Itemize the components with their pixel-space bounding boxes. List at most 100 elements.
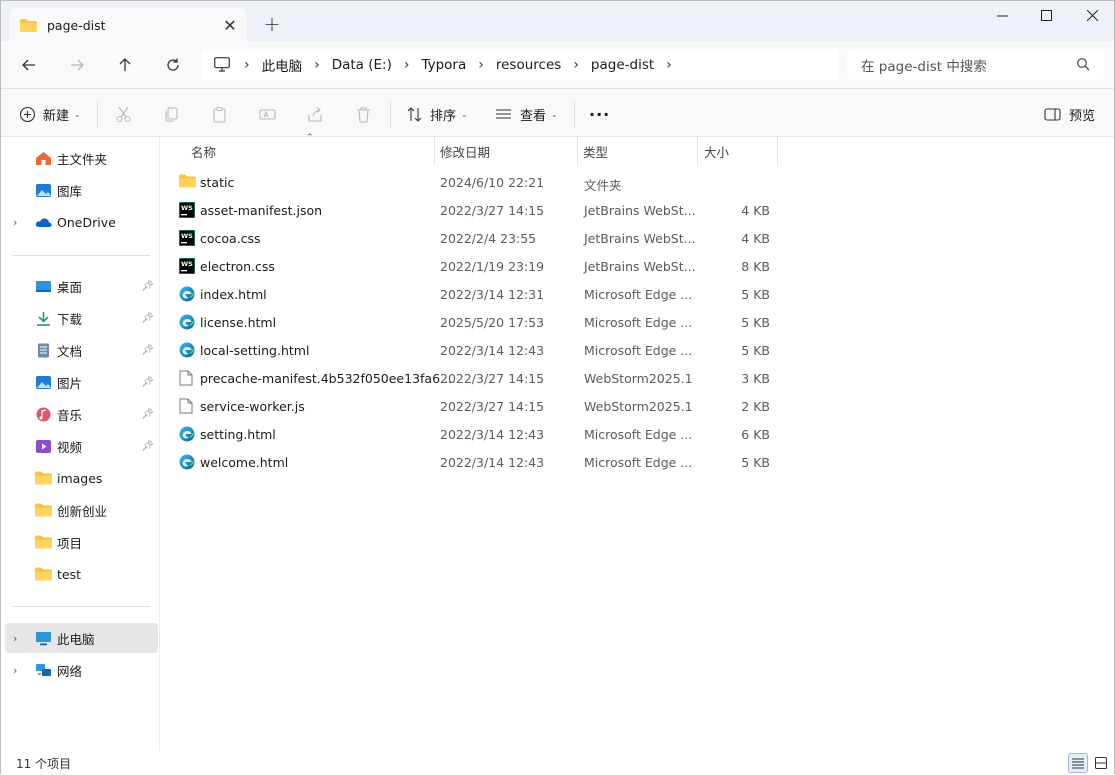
file-type: WebStorm2025.1 xyxy=(584,371,693,386)
sidebar-item-innovation[interactable]: 创新创业 xyxy=(5,495,158,525)
column-divider[interactable] xyxy=(777,137,778,165)
delete-button[interactable] xyxy=(355,99,372,129)
breadcrumb-typora[interactable]: Typora xyxy=(421,57,466,73)
sidebar-item-this-pc[interactable]: › 此电脑 xyxy=(5,623,158,653)
minimize-button[interactable] xyxy=(979,1,1025,33)
tiles-view-icon xyxy=(1095,757,1107,769)
file-date: 2022/3/14 12:31 xyxy=(440,287,545,302)
sort-label: 排序 xyxy=(430,108,457,124)
column-header-date[interactable]: 修改日期 xyxy=(440,137,490,165)
chevron-right-icon[interactable]: › xyxy=(13,664,17,677)
sidebar-item-projects[interactable]: 项目 xyxy=(5,527,158,557)
chevron-right-icon[interactable]: › xyxy=(314,57,320,73)
pin-icon[interactable]: 📌︎ xyxy=(141,313,154,324)
chevron-right-icon[interactable]: › xyxy=(666,57,672,73)
chevron-right-icon[interactable]: › xyxy=(13,216,17,229)
chevron-right-icon[interactable]: › xyxy=(478,57,484,73)
file-row[interactable]: service-worker.js 2022/3/27 14:15 WebStorm… xyxy=(171,392,781,420)
breadcrumb-this-pc[interactable]: 此电脑 xyxy=(262,55,303,75)
home-icon xyxy=(35,151,52,166)
file-name: asset-manifest.json xyxy=(200,203,323,218)
details-view-button[interactable] xyxy=(1068,753,1088,773)
pin-icon[interactable]: 📌︎ xyxy=(141,377,154,388)
file-row[interactable]: WS cocoa.css 2022/2/4 23:55 JetBrains WebSt… xyxy=(171,224,781,252)
column-divider[interactable] xyxy=(577,137,578,165)
back-button[interactable] xyxy=(11,49,47,81)
file-row[interactable]: WS asset-manifest.json 2022/3/27 14:15 JetB… xyxy=(171,196,781,224)
sidebar-item-videos[interactable]: 视频 📌︎ xyxy=(5,431,158,461)
file-row[interactable]: welcome.html 2022/3/14 12:43 Microsoft Edg… xyxy=(171,448,781,476)
search-input[interactable]: 在 page-dist 中搜索 xyxy=(847,49,1104,80)
cloud-icon xyxy=(35,215,52,230)
share-button[interactable] xyxy=(307,99,324,129)
sidebar-item-desktop[interactable]: 桌面 📌︎ xyxy=(5,271,158,301)
sidebar-item-onedrive[interactable]: › OneDrive xyxy=(5,207,158,237)
sidebar-item-gallery[interactable]: 图库 xyxy=(5,175,158,205)
file-row[interactable]: precache-manifest.4b532f050ee13fa6... 202… xyxy=(171,364,781,392)
sidebar-item-test[interactable]: test xyxy=(5,559,158,589)
file-row[interactable]: local-setting.html 2022/3/14 12:43 Microso… xyxy=(171,336,781,364)
blank-file-icon xyxy=(179,398,196,414)
file-name: local-setting.html xyxy=(200,343,310,358)
new-tab-button[interactable]: + xyxy=(259,11,285,37)
rename-button[interactable] xyxy=(259,99,276,129)
refresh-icon xyxy=(167,58,179,71)
copy-button[interactable] xyxy=(163,99,180,129)
file-name: electron.css xyxy=(200,259,275,274)
view-button[interactable]: 查看 ⌄ xyxy=(495,99,558,129)
sort-button[interactable]: 排序 ⌄ xyxy=(406,99,468,129)
tab-page-dist[interactable]: page-dist ✕ xyxy=(9,8,247,42)
paste-button[interactable] xyxy=(211,99,228,129)
column-divider[interactable] xyxy=(697,137,698,165)
column-header-size[interactable]: 大小 xyxy=(704,137,729,165)
preview-button[interactable]: 预览 xyxy=(1044,99,1095,129)
sidebar-item-pictures[interactable]: 图片 📌︎ xyxy=(5,367,158,397)
file-size: 3 KB xyxy=(741,371,770,386)
chevron-right-icon[interactable]: › xyxy=(573,57,579,73)
file-row[interactable]: license.html 2025/5/20 17:53 Microsoft Edg… xyxy=(171,308,781,336)
file-row[interactable]: WS electron.css 2022/1/19 23:19 JetBrains W… xyxy=(171,252,781,280)
webstorm-file-icon: WS xyxy=(178,229,196,247)
breadcrumb-resources[interactable]: resources xyxy=(496,57,561,73)
breadcrumb-drive[interactable]: Data (E:) xyxy=(332,57,392,73)
view-label: 查看 xyxy=(520,108,547,124)
chevron-right-icon[interactable]: › xyxy=(244,57,250,73)
breadcrumb-page-dist[interactable]: page-dist xyxy=(591,57,654,73)
folder-icon xyxy=(35,535,52,550)
maximize-button[interactable] xyxy=(1023,1,1069,33)
computer-icon xyxy=(214,57,230,72)
search-icon xyxy=(1077,58,1090,71)
forward-button[interactable] xyxy=(59,49,95,81)
chevron-right-icon[interactable]: › xyxy=(13,632,17,645)
sidebar-item-home[interactable]: 主文件夹 xyxy=(5,143,158,173)
pin-icon[interactable]: 📌︎ xyxy=(141,409,154,420)
sidebar-item-downloads[interactable]: 下载 📌︎ xyxy=(5,303,158,333)
close-window-button[interactable] xyxy=(1069,1,1115,33)
cut-button[interactable] xyxy=(115,99,132,129)
preview-pane-icon xyxy=(1044,107,1061,121)
column-divider[interactable] xyxy=(434,137,435,165)
more-options-button[interactable]: ··· xyxy=(589,99,610,129)
file-row[interactable]: static 2024/6/10 22:21 文件夹 xyxy=(171,168,781,196)
up-button[interactable] xyxy=(107,49,143,81)
plus-circle-icon xyxy=(19,106,36,122)
column-header-type[interactable]: 类型 xyxy=(583,137,608,165)
video-icon xyxy=(35,439,52,454)
sidebar-item-images[interactable]: images xyxy=(5,463,158,493)
pin-icon[interactable]: 📌︎ xyxy=(141,281,154,292)
new-button[interactable]: 新建 ⌄ xyxy=(19,99,81,129)
refresh-button[interactable] xyxy=(155,49,191,81)
sidebar-item-documents[interactable]: 文档 📌︎ xyxy=(5,335,158,365)
pin-icon[interactable]: 📌︎ xyxy=(141,441,154,452)
pin-icon[interactable]: 📌︎ xyxy=(141,345,154,356)
sidebar-item-music[interactable]: 音乐 📌︎ xyxy=(5,399,158,429)
file-row[interactable]: setting.html 2022/3/14 12:43 Microsoft Edg… xyxy=(171,420,781,448)
preview-label: 预览 xyxy=(1069,108,1096,124)
file-row[interactable]: index.html 2022/3/14 12:31 Microsoft Edge … xyxy=(171,280,781,308)
column-header-name[interactable]: 名称 xyxy=(191,137,216,165)
tiles-view-button[interactable] xyxy=(1091,753,1111,773)
tab-close-icon[interactable]: ✕ xyxy=(217,16,243,35)
address-bar[interactable]: › 此电脑 › Data (E:) › Typora › resources ›… xyxy=(202,49,839,80)
chevron-right-icon[interactable]: › xyxy=(404,57,410,73)
sidebar-item-network[interactable]: › 网络 xyxy=(5,655,158,685)
